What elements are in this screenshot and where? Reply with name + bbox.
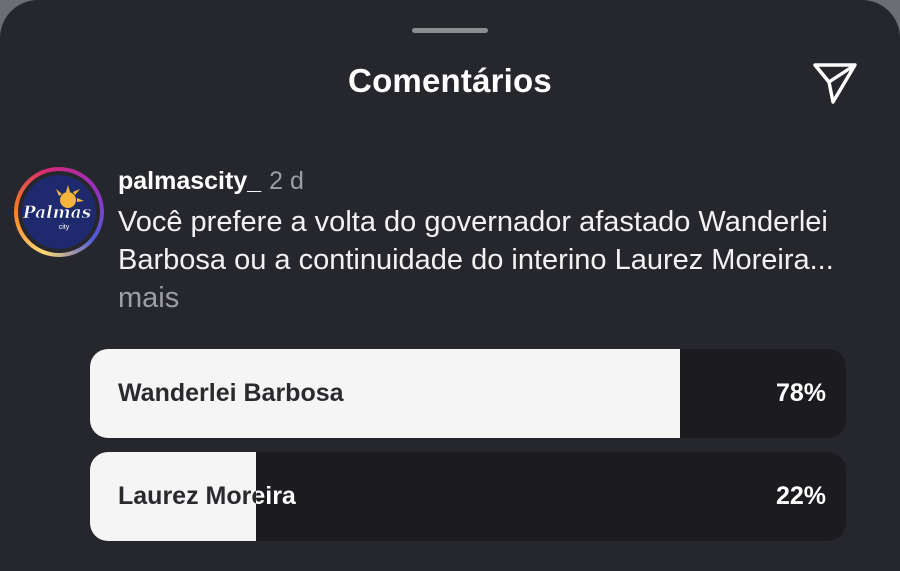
poll-option-label-wrap: Wanderlei Barbosa Wanderlei Barbosa (118, 349, 344, 438)
comments-sheet: Comentários Palmas city palmascity_ 2 d … (0, 0, 900, 571)
svg-text:Palmas: Palmas (22, 203, 92, 223)
comment-text: Você prefere a volta do governador afast… (118, 206, 834, 276)
paper-plane-icon (813, 63, 857, 104)
page-title: Comentários (348, 62, 552, 99)
poll-option-2[interactable]: Laurez Moreira Laurez Moreira 22% (90, 452, 846, 541)
poll-option-percent: 78% (775, 379, 826, 407)
poll-option-percent: 22% (775, 482, 826, 510)
comment-timestamp: 2 d (269, 167, 304, 195)
avatar-logo: Palmas city (22, 175, 96, 249)
comment-username[interactable]: palmascity_ (118, 167, 261, 195)
poll-option-label-clip: Wanderlei Barbosa (118, 349, 680, 438)
comment-body: Você prefere a volta do governador afast… (118, 203, 858, 317)
share-button[interactable] (808, 58, 862, 108)
poll-option-label-wrap: Laurez Moreira Laurez Moreira (118, 452, 296, 541)
poll-option-1[interactable]: Wanderlei Barbosa Wanderlei Barbosa 78% (90, 349, 846, 438)
palmas-city-logo: Palmas city (22, 175, 96, 249)
comment-header: palmascity_ 2 d (118, 166, 304, 196)
sheet-grabber-handle[interactable] (412, 28, 488, 33)
poll-option-label-on-fill: Wanderlei Barbosa (118, 379, 344, 407)
poll-option-label-clip: Laurez Moreira (118, 452, 256, 541)
more-link[interactable]: mais (118, 282, 179, 314)
avatar[interactable]: Palmas city (14, 167, 104, 257)
svg-text:city: city (59, 224, 70, 231)
poll-option-label-on-fill: Laurez Moreira (118, 482, 256, 510)
